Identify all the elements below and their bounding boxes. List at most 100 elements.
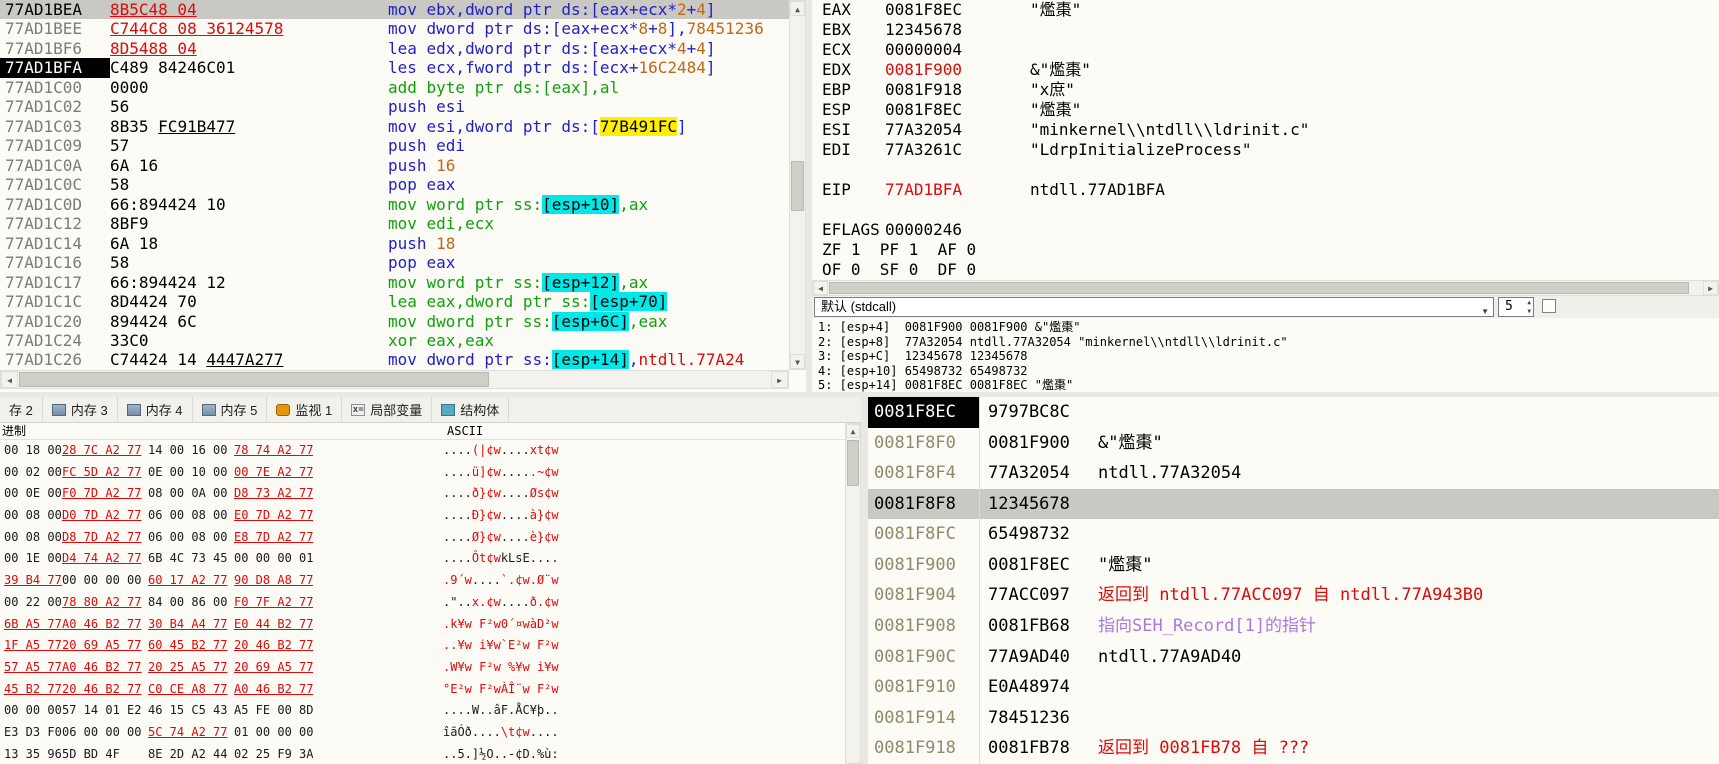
stack-address[interactable]: 0081F8F0 (868, 427, 980, 459)
register-value[interactable]: 0081F8EC (885, 0, 1030, 20)
stack-value[interactable]: E0A48974 (980, 672, 1098, 703)
register-value[interactable] (885, 160, 1030, 180)
stack-value[interactable]: 78451236 (980, 703, 1098, 734)
dump-vertical-scrollbar[interactable]: ▲ (845, 423, 861, 764)
stack-row[interactable]: 0081F900 0081F8EC "爁棗" (868, 549, 1719, 581)
dump-row[interactable]: 45 B2 77 20 46 B2 77 C0 CE A8 77 A0 46 B2 7… (0, 679, 845, 701)
register-row[interactable]: ECX 00000004 (812, 40, 1719, 60)
disasm-address[interactable]: 77AD1C20 (0, 312, 110, 331)
dump-row[interactable]: 39 B4 77 00 00 00 00 60 17 A2 77 90 D8 A8 7… (0, 570, 845, 592)
stack-row[interactable]: 0081F904 77ACC097 返回到 ntdll.77ACC097 自 ntd… (868, 580, 1719, 612)
register-value[interactable]: 77A32054 (885, 120, 1030, 140)
disasm-row[interactable]: 77AD1C14 6A 18 push 18 (0, 234, 789, 253)
dump-row[interactable]: 00 00 00 57 14 01 E2 46 15 C5 43 A5 FE 00 8… (0, 700, 845, 722)
register-value[interactable]: 00000004 (885, 40, 1030, 60)
scroll-right-icon[interactable]: ▶ (1703, 281, 1718, 295)
register-row[interactable] (812, 200, 1719, 220)
tab-结构体[interactable]: 结构体 (432, 397, 510, 422)
tab-监视 1[interactable]: 监视 1 (267, 397, 343, 422)
stack-address[interactable]: 0081F8F8 (868, 488, 980, 520)
stack-value[interactable]: 12345678 (980, 489, 1098, 520)
disasm-row[interactable]: 77AD1C00 0000 add byte ptr ds:[eax],al (0, 78, 789, 97)
stack-address[interactable]: 0081F918 (868, 733, 980, 764)
stack-address[interactable]: 0081F8FC (868, 519, 980, 550)
register-row[interactable] (812, 160, 1719, 180)
register-value[interactable]: 77AD1BFA (885, 180, 1030, 200)
disasm-address[interactable]: 77AD1C00 (0, 78, 110, 97)
arg-count-stepper[interactable]: 5 ▲ ▼ (1498, 297, 1534, 317)
stack-value[interactable]: 77ACC097 (980, 580, 1098, 611)
disasm-row[interactable]: 77AD1C17 66:894424 12 mov word ptr ss:[esp… (0, 272, 789, 292)
scroll-left-icon[interactable]: ◀ (813, 281, 828, 295)
tab-存 2[interactable]: 存 2 (0, 397, 43, 422)
tab-内存 4[interactable]: 内存 4 (118, 397, 193, 422)
register-row[interactable]: ZF 1 PF 1 AF 0 (812, 240, 1719, 260)
stack-row[interactable]: 0081F8EC 9797BC8C (868, 397, 1719, 428)
stack-value[interactable]: 0081FB68 (980, 611, 1098, 642)
disasm-address[interactable]: 77AD1C09 (0, 136, 110, 155)
disassembly-horizontal-scrollbar[interactable]: ◀ ▶ (0, 370, 789, 389)
disasm-address[interactable]: 77AD1C14 (0, 234, 110, 253)
stack-address[interactable]: 0081F910 (868, 672, 980, 703)
register-row[interactable]: OF 0 SF 0 DF 0 (812, 260, 1719, 280)
disasm-row[interactable]: 77AD1C12 8BF9 mov edi,ecx (0, 214, 789, 233)
stack-row[interactable]: 0081F914 78451236 (868, 702, 1719, 734)
disasm-row[interactable]: 77AD1BF6 8D5488 04 lea edx,dword ptr ds:[e… (0, 39, 789, 58)
stack-address[interactable]: 0081F8F4 (868, 458, 980, 489)
disasm-row[interactable]: 77AD1C20 894424 6C mov dword ptr ss:[esp+6… (0, 311, 789, 331)
stack-address[interactable]: 0081F904 (868, 580, 980, 612)
register-row[interactable]: EBP 0081F918 "x庶" (812, 80, 1719, 100)
tab-局部变量[interactable]: x= 局部变量 (342, 397, 433, 422)
stack-address[interactable]: 0081F900 (868, 549, 980, 581)
dump-row[interactable]: 00 18 00 28 7C A2 77 14 00 16 00 78 74 A2 7… (0, 440, 845, 462)
disasm-row[interactable]: 77AD1C16 58 pop eax (0, 253, 789, 272)
scroll-right-icon[interactable]: ▶ (771, 371, 788, 388)
disasm-row[interactable]: 77AD1C0A 6A 16 push 16 (0, 156, 789, 175)
stack-row[interactable]: 0081F8F4 77A32054 ntdll.77A32054 (868, 458, 1719, 489)
stack-row[interactable]: 0081F918 0081FB78 返回到 0081FB78 自 ??? (868, 733, 1719, 764)
scroll-left-icon[interactable]: ◀ (1, 371, 18, 388)
register-row[interactable]: EIP 77AD1BFA ntdll.77AD1BFA (812, 180, 1719, 200)
dump-row[interactable]: 00 1E 00 D4 74 A2 77 6B 4C 73 45 00 00 00 0… (0, 548, 845, 570)
disasm-address[interactable]: 77AD1C0D (0, 195, 110, 214)
tab-内存 5[interactable]: 内存 5 (193, 397, 268, 422)
dump-row[interactable]: 00 02 00 FC 5D A2 77 0E 00 10 00 00 7E A2 7… (0, 462, 845, 484)
disasm-row[interactable]: 77AD1BEE C744C8 08 36124578 mov dword ptr … (0, 19, 789, 38)
stack-value[interactable]: 77A32054 (980, 458, 1098, 489)
disasm-address[interactable]: 77AD1C0A (0, 156, 110, 175)
register-row[interactable]: EBX 12345678 (812, 20, 1719, 40)
register-value[interactable] (976, 260, 1121, 280)
disasm-row[interactable]: 77AD1C1C 8D4424 70 lea eax,dword ptr ss:[e… (0, 292, 789, 312)
stack-address[interactable]: 0081F914 (868, 702, 980, 734)
stack-row[interactable]: 0081F8F8 12345678 (868, 488, 1719, 520)
dump-row[interactable]: 57 A5 77 A0 46 B2 77 20 25 A5 77 20 69 A5 7… (0, 657, 845, 679)
dump-row[interactable]: E3 D3 F0 06 00 00 00 5C 74 A2 77 01 00 00 0… (0, 722, 845, 744)
stack-address[interactable]: 0081F908 (868, 611, 980, 642)
disasm-row[interactable]: 77AD1C24 33C0 xor eax,eax (0, 331, 789, 350)
disasm-address[interactable]: 77AD1BEA (0, 0, 110, 19)
dump-row[interactable]: 13 35 96 5D BD 4F 8E 2D A2 44 02 25 F9 3A..… (0, 744, 845, 764)
disassembly-vertical-scrollbar[interactable]: ▲ ▼ (789, 0, 806, 370)
disasm-row[interactable]: 77AD1C09 57 push edi (0, 136, 789, 155)
disasm-address[interactable]: 77AD1C02 (0, 97, 110, 116)
disasm-address[interactable]: 77AD1BF6 (0, 39, 110, 58)
stack-value[interactable]: 0081F8EC (980, 550, 1098, 581)
dump-row[interactable]: 00 08 00 D8 7D A2 77 06 00 08 00 E8 7D A2 7… (0, 527, 845, 549)
disasm-row[interactable]: 77AD1BFA C489 84246C01 les ecx,fword ptr d… (0, 58, 789, 78)
dump-row[interactable]: 00 22 00 78 80 A2 77 84 00 86 00 F0 7F A2 7… (0, 592, 845, 614)
scroll-down-icon[interactable]: ▼ (790, 354, 805, 369)
register-value[interactable]: 0081F918 (885, 80, 1030, 100)
dump-row[interactable]: 6B A5 77 A0 46 B2 77 30 B4 A4 77 E0 44 B2 7… (0, 614, 845, 636)
calling-convention-select[interactable]: 默认 (stdcall) ▼ (814, 297, 1494, 317)
dump-row[interactable]: 00 08 00 D0 7D A2 77 06 00 08 00 E0 7D A2 7… (0, 505, 845, 527)
register-row[interactable]: EAX 0081F8EC "爁棗" (812, 0, 1719, 20)
registers-horizontal-scrollbar[interactable]: ◀ ▶ (812, 280, 1719, 296)
disasm-row[interactable]: 77AD1C0C 58 pop eax (0, 175, 789, 194)
disasm-row[interactable]: 77AD1BEA 8B5C48 04 mov ebx,dword ptr ds:[e… (0, 0, 789, 20)
stack-row[interactable]: 0081F90C 77A9AD40 ntdll.77A9AD40 (868, 641, 1719, 673)
disasm-address[interactable]: 77AD1C12 (0, 214, 110, 233)
disasm-address[interactable]: 77AD1BFA (0, 58, 110, 78)
register-value[interactable] (976, 240, 1121, 260)
disasm-address[interactable]: 77AD1C26 (0, 350, 110, 369)
dump-row[interactable]: 1F A5 77 20 69 A5 77 60 45 B2 77 20 46 B2 7… (0, 635, 845, 657)
